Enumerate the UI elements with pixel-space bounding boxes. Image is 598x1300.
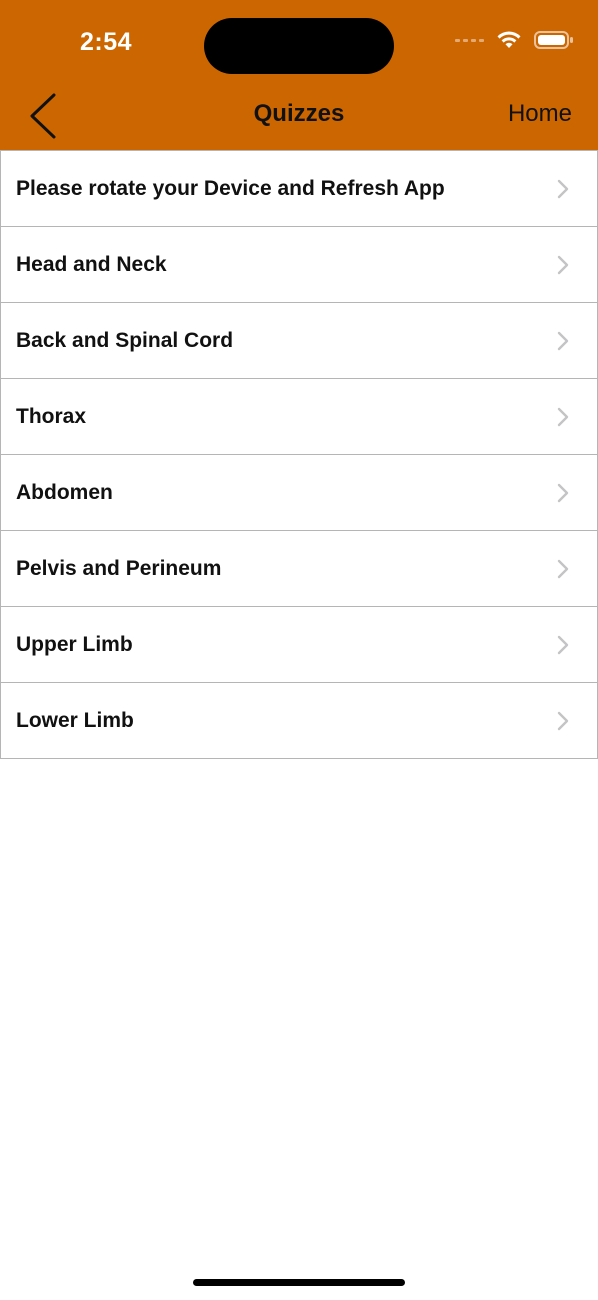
chevron-right-icon <box>557 559 569 578</box>
list-item-label: Back and Spinal Cord <box>16 328 234 352</box>
list-item-abdomen[interactable]: Abdomen <box>0 455 598 531</box>
list-item-head-and-neck[interactable]: Head and Neck <box>0 227 598 303</box>
chevron-right-icon <box>557 179 569 198</box>
list-item-label: Thorax <box>16 404 87 428</box>
chevron-right-icon <box>557 635 569 654</box>
list-item-upper-limb[interactable]: Upper Limb <box>0 607 598 683</box>
battery-icon <box>534 31 573 49</box>
dynamic-island <box>204 18 394 74</box>
list-item-lower-limb[interactable]: Lower Limb <box>0 683 598 759</box>
cellular-signal-icon <box>455 38 484 42</box>
chevron-right-icon <box>557 331 569 350</box>
home-indicator[interactable] <box>193 1279 405 1286</box>
chevron-right-icon <box>557 255 569 274</box>
status-time: 2:54 <box>80 28 133 56</box>
chevron-right-icon <box>557 483 569 502</box>
wifi-icon <box>497 31 521 48</box>
navigation-bar: 2:54 Quizzes Home <box>0 0 598 150</box>
list-item-label: Abdomen <box>16 480 113 504</box>
list-item-label: Please rotate your Device and Refresh Ap… <box>16 176 445 200</box>
list-item-label: Head and Neck <box>16 252 167 276</box>
list-item-label: Lower Limb <box>16 708 134 732</box>
list-item-back-and-spinal-cord[interactable]: Back and Spinal Cord <box>0 303 598 379</box>
quiz-list: Please rotate your Device and Refresh Ap… <box>0 150 598 759</box>
status-indicators <box>455 30 574 50</box>
list-item-label: Pelvis and Perineum <box>16 556 222 580</box>
list-item-label: Upper Limb <box>16 632 133 656</box>
home-button[interactable]: Home <box>508 100 572 128</box>
chevron-right-icon <box>557 711 569 730</box>
list-item-rotate-device[interactable]: Please rotate your Device and Refresh Ap… <box>0 151 598 227</box>
list-item-thorax[interactable]: Thorax <box>0 379 598 455</box>
chevron-right-icon <box>557 407 569 426</box>
list-item-pelvis-and-perineum[interactable]: Pelvis and Perineum <box>0 531 598 607</box>
